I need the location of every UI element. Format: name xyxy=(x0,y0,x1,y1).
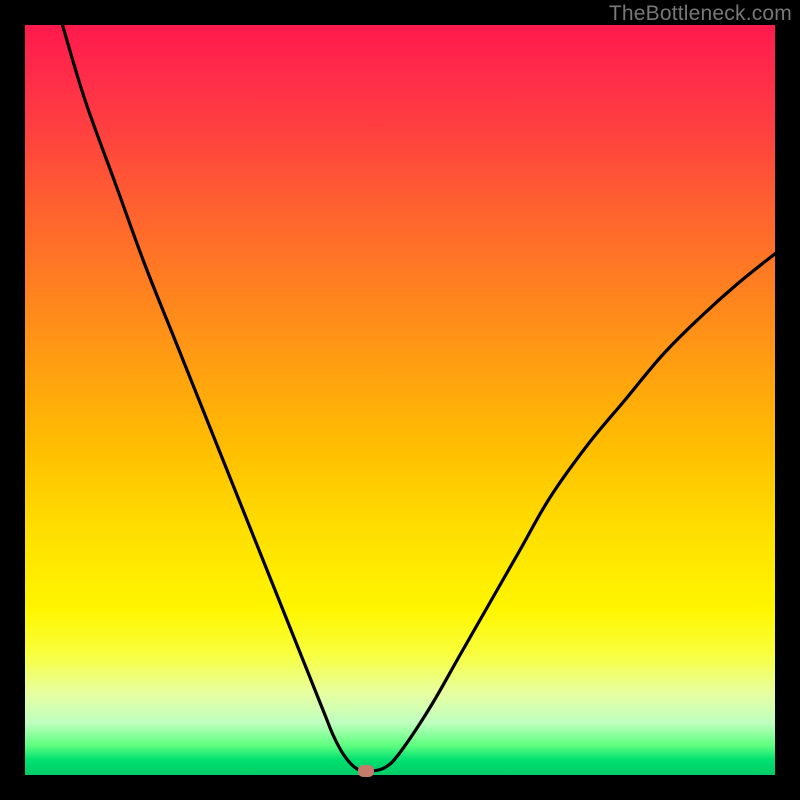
bottleneck-curve xyxy=(25,25,775,775)
optimal-point-marker xyxy=(358,765,374,777)
watermark-text: TheBottleneck.com xyxy=(609,2,792,26)
plot-area xyxy=(25,25,775,775)
chart-frame: TheBottleneck.com xyxy=(0,0,800,800)
